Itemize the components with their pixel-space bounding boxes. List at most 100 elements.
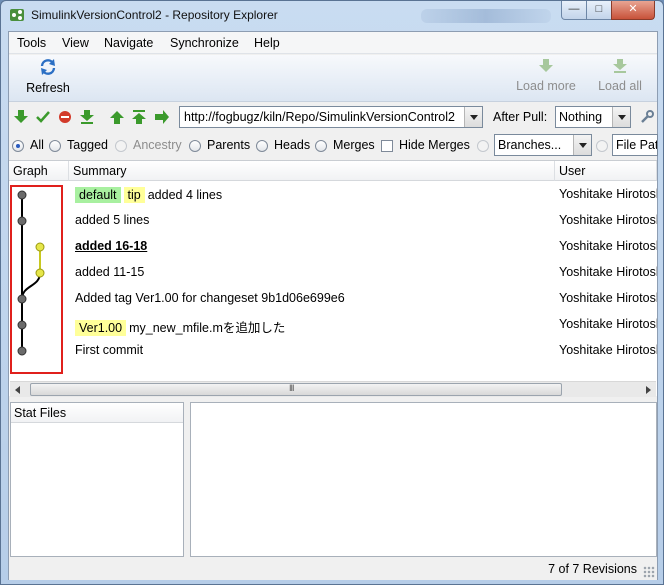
label-parents: Parents	[207, 138, 251, 152]
summary-text: Added tag Ver1.00 for changeset 9b1d06e6…	[75, 291, 345, 305]
radio-ancestry[interactable]	[115, 140, 127, 152]
table-row[interactable]: Added tag Ver1.00 for changeset 9b1d06e6…	[9, 286, 657, 312]
window-title: SimulinkVersionControl2 - Repository Exp…	[31, 8, 278, 22]
arrow-down-bar-icon	[613, 59, 627, 73]
outgoing-icon[interactable]	[109, 109, 125, 125]
column-header-summary[interactable]: Summary	[69, 161, 555, 181]
row-user: Yoshitake Hirotoshi	[559, 291, 657, 305]
radio-all[interactable]	[12, 140, 24, 152]
summary-text: First commit	[75, 343, 144, 357]
graph-highlight-box	[10, 185, 63, 374]
menu-bar: Tools View Navigate Synchronize Help	[9, 32, 657, 54]
horizontal-scrollbar[interactable]	[10, 381, 656, 397]
revision-count: 7 of 7 Revisions	[548, 562, 637, 576]
arrow-down-icon	[539, 59, 553, 72]
after-pull-dropdown-button[interactable]	[612, 107, 630, 127]
maximize-button[interactable]: □	[586, 1, 612, 20]
label-ancestry: Ancestry	[133, 138, 182, 152]
menu-help[interactable]: Help	[254, 36, 280, 50]
close-button[interactable]: ✕	[611, 1, 655, 20]
label-merges: Merges	[333, 138, 375, 152]
sync-url-combo[interactable]: http://fogbugz/kiln/Repo/SimulinkVersion…	[179, 106, 483, 128]
row-user: Yoshitake Hirotoshi	[559, 343, 657, 357]
after-pull-value: Nothing	[559, 110, 603, 124]
refresh-icon	[40, 59, 56, 75]
branches-select[interactable]: Branches...	[494, 134, 592, 156]
column-header-user[interactable]: User	[555, 161, 657, 181]
menu-tools[interactable]: Tools	[17, 36, 46, 50]
row-summary: added 16-18	[75, 239, 147, 253]
row-summary: added 11-15	[75, 265, 144, 279]
label-all: All	[30, 138, 44, 152]
label-tagged: Tagged	[67, 138, 109, 152]
column-header-graph[interactable]: Graph	[9, 161, 69, 181]
table-row[interactable]: added 5 lines Yoshitake Hirotoshi	[9, 208, 657, 234]
stat-files-header: Stat Files	[11, 403, 183, 423]
load-more-label: Load more	[516, 79, 576, 93]
resize-grip-icon[interactable]	[643, 566, 655, 578]
blurred-title-region	[421, 9, 551, 23]
radio-tagged[interactable]	[49, 140, 61, 152]
radio-branches[interactable]	[477, 140, 489, 152]
pull-icon[interactable]	[79, 109, 95, 125]
row-user: Yoshitake Hirotoshi	[559, 239, 657, 253]
scroll-right-arrow[interactable]	[640, 382, 656, 398]
minimize-button[interactable]: —	[561, 1, 587, 20]
table-row[interactable]: added 16-18 Yoshitake Hirotoshi	[9, 234, 657, 260]
row-summary: added 5 lines	[75, 213, 149, 227]
incoming-icon[interactable]	[13, 109, 29, 125]
branch-tag-badge: Ver1.00	[75, 320, 127, 336]
branch-tag-badge: default	[75, 187, 121, 203]
sync-url: http://fogbugz/kiln/Repo/SimulinkVersion…	[184, 110, 455, 124]
summary-text: added 11-15	[75, 265, 145, 279]
after-pull-label: After Pull:	[493, 110, 548, 124]
label-heads: Heads	[274, 138, 311, 152]
wrench-icon[interactable]	[639, 109, 655, 125]
table-row[interactable]: Ver1.00 my_new_mfile.mを追加した Yoshitake Hiro…	[9, 312, 657, 338]
radio-parents[interactable]	[189, 140, 201, 152]
row-user: Yoshitake Hirotoshi	[559, 187, 657, 201]
refresh-button[interactable]: Refresh	[23, 58, 73, 95]
summary-text: added 16-18	[75, 239, 148, 253]
pull-check-icon[interactable]	[35, 109, 51, 125]
reject-icon[interactable]	[57, 109, 73, 125]
radio-heads[interactable]	[256, 140, 268, 152]
url-dropdown-button[interactable]	[464, 107, 482, 127]
menu-navigate[interactable]: Navigate	[104, 36, 153, 50]
table-row[interactable]: added 11-15 Yoshitake Hirotoshi	[9, 260, 657, 286]
row-user: Yoshitake Hirotoshi	[559, 213, 657, 227]
row-summary: Ver1.00 my_new_mfile.mを追加した	[75, 317, 285, 336]
radio-merges[interactable]	[315, 140, 327, 152]
table-row[interactable]: First commit Yoshitake Hirotoshi	[9, 338, 657, 364]
diff-pane[interactable]	[190, 402, 657, 557]
email-icon[interactable]	[154, 109, 170, 125]
scroll-thumb[interactable]	[30, 383, 562, 396]
stat-files-pane[interactable]: Stat Files	[10, 402, 184, 557]
summary-text: added 4 lines	[147, 188, 223, 202]
radio-file-pattern[interactable]	[596, 140, 608, 152]
scroll-left-arrow[interactable]	[10, 382, 26, 398]
row-summary: default tip added 4 lines	[75, 187, 222, 203]
push-icon[interactable]	[131, 109, 147, 125]
branches-dropdown-button[interactable]	[573, 135, 591, 155]
load-all-label: Load all	[598, 79, 642, 93]
branch-tag-badge: tip	[123, 187, 145, 203]
load-all-button[interactable]: Load all	[593, 58, 647, 93]
after-pull-select[interactable]: Nothing	[555, 106, 631, 128]
summary-text: my_new_mfile.mを追加した	[129, 321, 286, 335]
file-pattern-input[interactable]: File Pattern	[612, 134, 658, 156]
title-bar[interactable]: SimulinkVersionControl2 - Repository Exp…	[1, 1, 663, 29]
file-pattern-value: File Pattern	[616, 138, 658, 152]
table-row[interactable]: default tip added 4 lines Yoshitake Hirotos…	[9, 182, 657, 208]
menu-view[interactable]: View	[62, 36, 89, 50]
app-icon	[10, 9, 24, 21]
revision-grid[interactable]: Graph Summary User default tip added 4 lin…	[9, 160, 657, 397]
label-hide-merges: Hide Merges	[399, 138, 470, 152]
sync-toolbar: http://fogbugz/kiln/Repo/SimulinkVersion…	[9, 103, 657, 131]
row-user: Yoshitake Hirotoshi	[559, 265, 657, 279]
menu-synchronize[interactable]: Synchronize	[170, 36, 239, 50]
load-more-button[interactable]: Load more	[511, 58, 581, 93]
hide-merges-checkbox[interactable]	[381, 140, 393, 152]
refresh-label: Refresh	[26, 81, 70, 95]
main-toolbar: Refresh Load more Load all	[9, 55, 657, 102]
